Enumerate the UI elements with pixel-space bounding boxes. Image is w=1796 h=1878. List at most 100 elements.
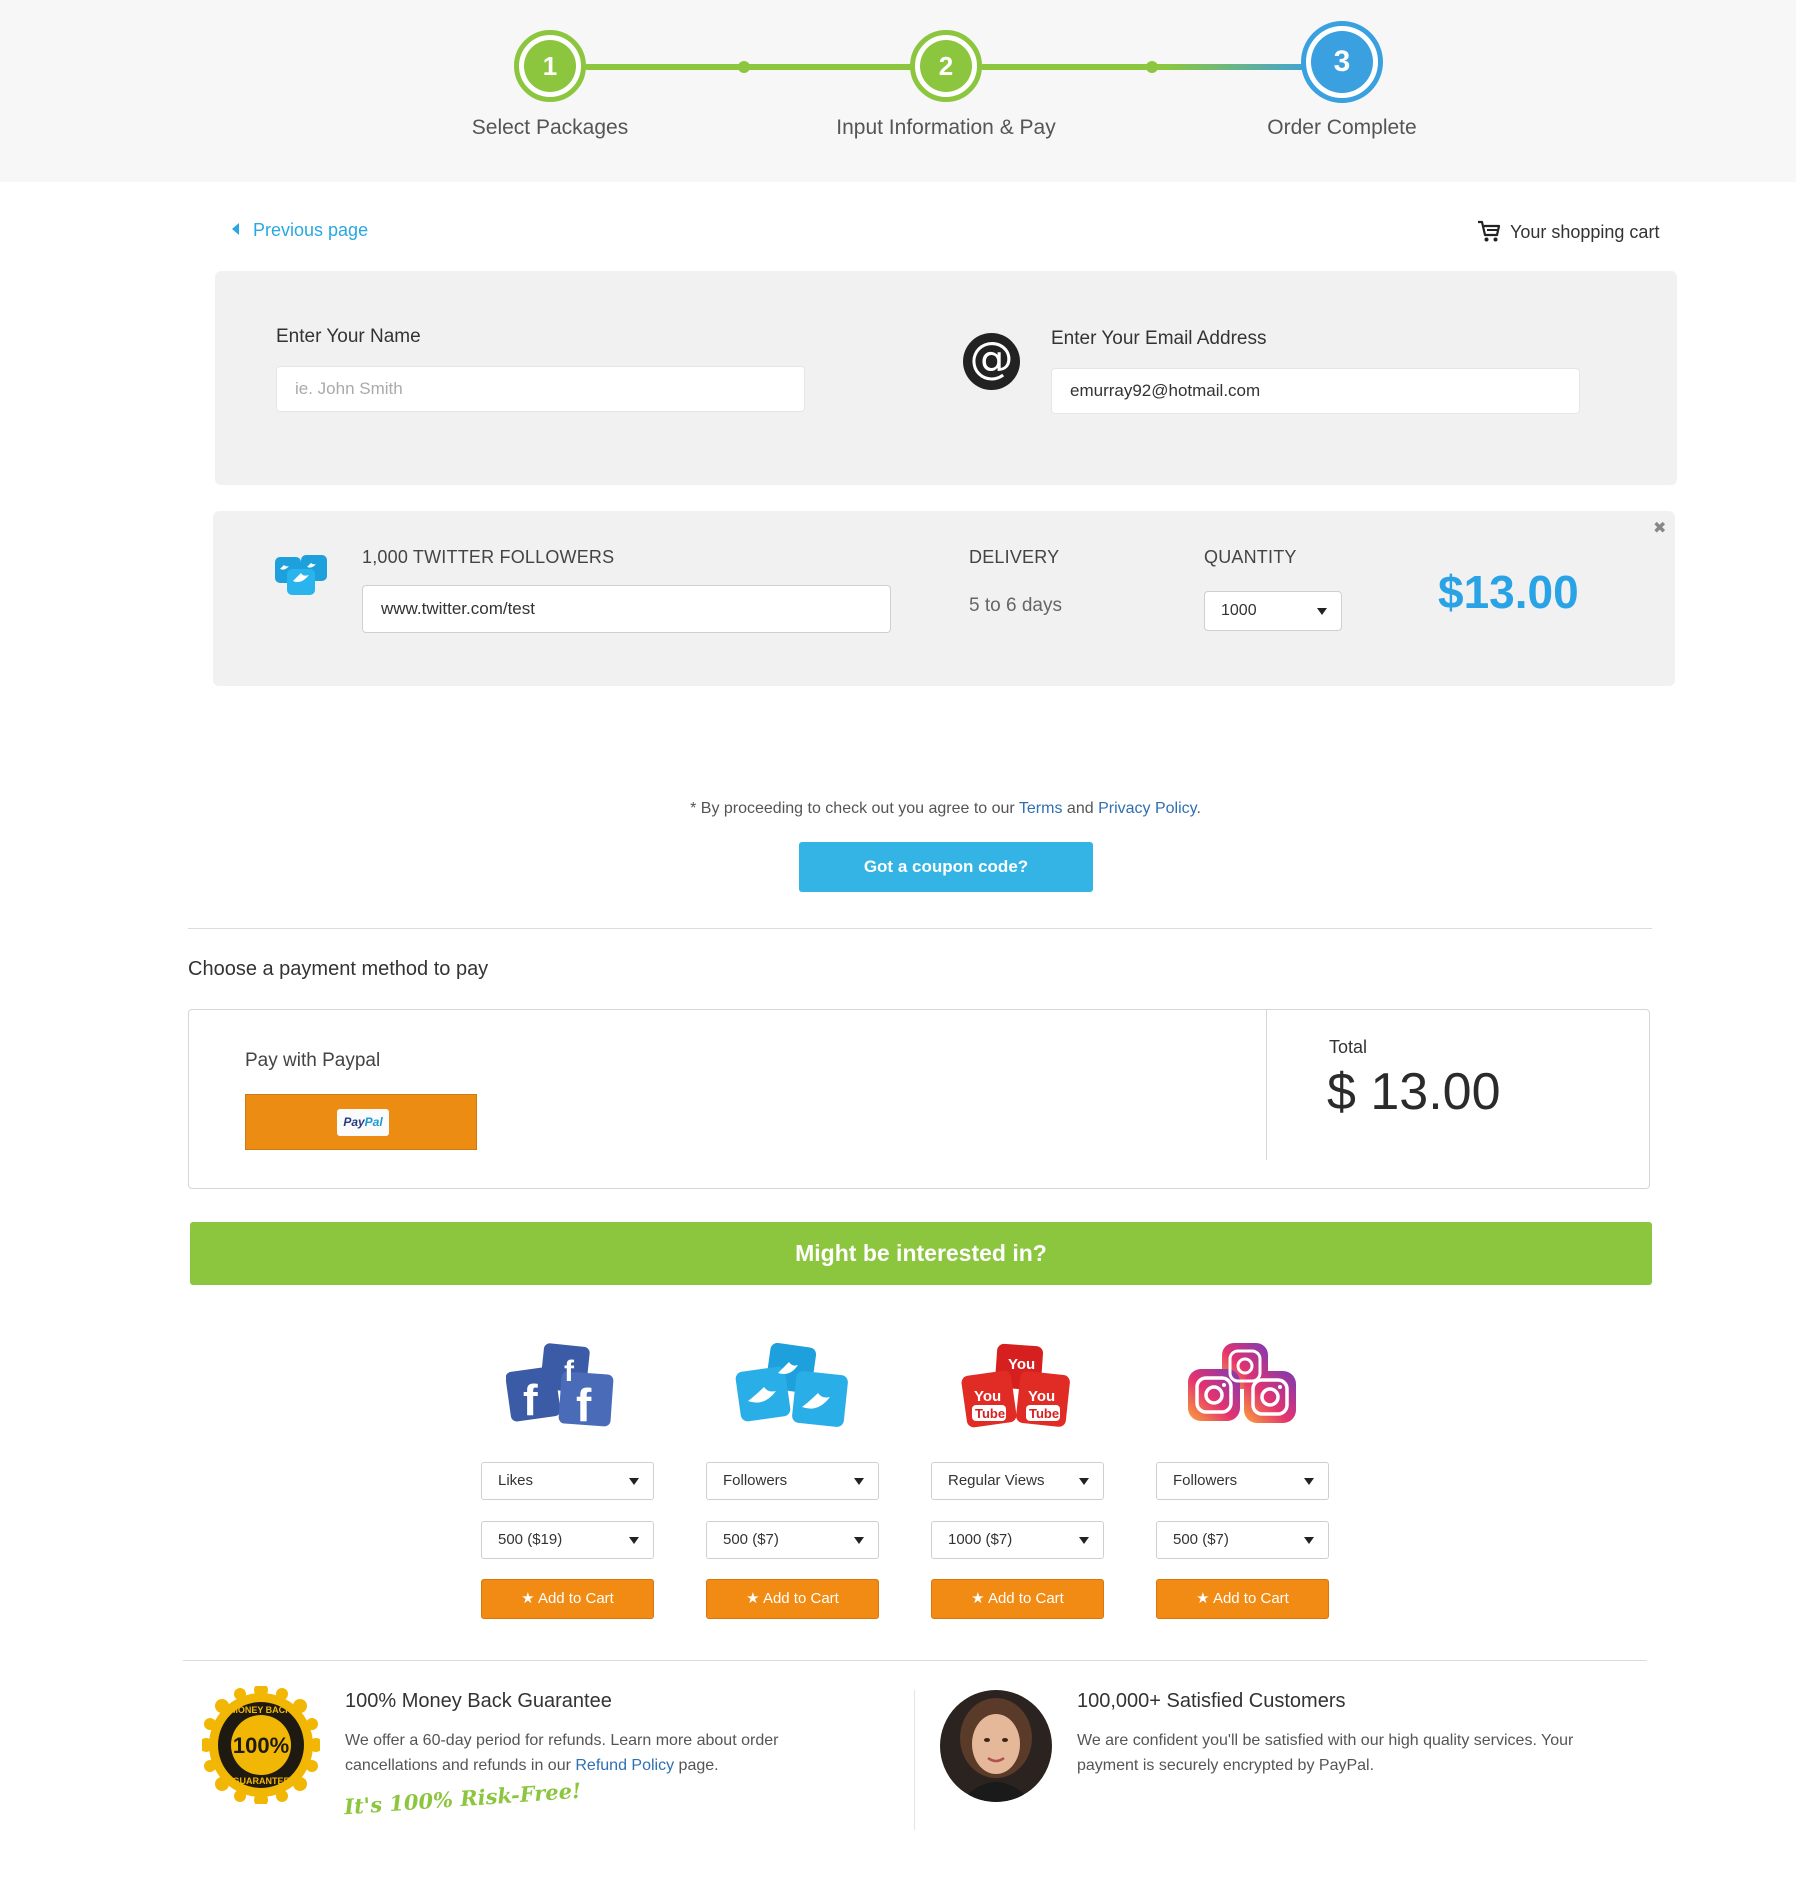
payment-section-title: Choose a payment method to pay xyxy=(188,958,489,980)
svg-text:You: You xyxy=(1008,1356,1035,1373)
refund-policy-link[interactable]: Refund Policy xyxy=(575,1757,674,1774)
svg-text:GUARANTEE: GUARANTEE xyxy=(232,1776,289,1786)
svg-text:f: f xyxy=(564,1355,575,1388)
divider xyxy=(188,928,1652,929)
customers-text: We are confident you'll be satisfied wit… xyxy=(1077,1732,1574,1774)
product-2-add-to-cart-button[interactable]: ★ Add to Cart xyxy=(706,1579,879,1619)
paypal-label: Pay with Paypal xyxy=(245,1050,381,1071)
chevron-down-icon xyxy=(854,1537,864,1544)
payment-divider xyxy=(1266,1010,1267,1160)
chevron-down-icon xyxy=(854,1478,864,1485)
email-input[interactable] xyxy=(1051,368,1580,414)
product-4-add-to-cart-button[interactable]: ★ Add to Cart xyxy=(1156,1579,1329,1619)
product-2-package-select[interactable]: 500 ($7) xyxy=(706,1521,879,1559)
product-3-package-select[interactable]: 1000 ($7) xyxy=(931,1521,1104,1559)
chevron-down-icon xyxy=(1304,1537,1314,1544)
quantity-value: 1000 xyxy=(1221,602,1257,619)
facebook-icon: f f f xyxy=(506,1343,614,1431)
svg-text:You: You xyxy=(974,1388,1001,1405)
email-at-icon: @ xyxy=(963,333,1020,390)
interested-banner: Might be interested in? xyxy=(190,1222,1652,1285)
item-title: 1,000 TWITTER FOLLOWERS xyxy=(362,547,615,567)
profile-url-input[interactable] xyxy=(362,585,891,633)
total-value: $ 13.00 xyxy=(1327,1063,1501,1121)
terms-prefix: * By proceeding to check out you agree t… xyxy=(690,800,1019,817)
step-2-label: Input Information & Pay xyxy=(836,116,1056,139)
delivery-value: 5 to 6 days xyxy=(969,595,1062,616)
name-label: Enter Your Name xyxy=(276,326,421,347)
step-3-circle: 3 xyxy=(1301,21,1383,103)
chevron-down-icon xyxy=(1079,1478,1089,1485)
name-input[interactable] xyxy=(276,366,805,412)
terms-middle: and xyxy=(1062,800,1099,817)
chevron-down-icon xyxy=(629,1478,639,1485)
customer-avatar xyxy=(940,1690,1052,1802)
product-4-service-select[interactable]: Followers xyxy=(1156,1462,1329,1500)
customers-title: 100,000+ Satisfied Customers xyxy=(1077,1690,1346,1712)
svg-text:f: f xyxy=(523,1376,538,1425)
footer-divider xyxy=(914,1690,915,1830)
step-3-label: Order Complete xyxy=(1267,116,1417,139)
chevron-down-icon xyxy=(1304,1478,1314,1485)
money-back-guarantee-badge: 100% MONEY BACK GUARANTEE xyxy=(202,1686,320,1804)
item-price: $13.00 xyxy=(1438,566,1579,618)
product-3-service-select[interactable]: Regular Views xyxy=(931,1462,1104,1500)
total-label: Total xyxy=(1329,1037,1368,1057)
chevron-down-icon xyxy=(629,1537,639,1544)
step-1-label: Select Packages xyxy=(471,116,629,139)
delivery-label: DELIVERY xyxy=(969,547,1060,567)
star-icon: ★ xyxy=(746,1590,763,1607)
step-1-circle: 1 xyxy=(514,30,586,102)
email-label: Enter Your Email Address xyxy=(1051,328,1267,349)
step-1-number: 1 xyxy=(524,40,576,92)
step-dot xyxy=(738,61,750,73)
terms-notice: * By proceeding to check out you agree t… xyxy=(0,800,1796,818)
svg-text:Tube: Tube xyxy=(975,1406,1005,1421)
quantity-label: QUANTITY xyxy=(1204,547,1297,567)
star-icon: ★ xyxy=(971,1590,988,1607)
cart-icon xyxy=(1478,220,1501,242)
step-2-circle: 2 xyxy=(910,30,982,102)
svg-text:100%: 100% xyxy=(233,1733,289,1758)
step-2-number: 2 xyxy=(920,40,972,92)
product-3-add-to-cart-button[interactable]: ★ Add to Cart xyxy=(931,1579,1104,1619)
svg-text:Tube: Tube xyxy=(1029,1406,1059,1421)
paypal-button[interactable]: PayPal xyxy=(245,1094,477,1150)
youtube-icon: You You Tube You Tube xyxy=(961,1343,1070,1428)
step-3-number: 3 xyxy=(1311,31,1373,93)
twitter-icon xyxy=(735,1343,848,1427)
shopping-cart-label: Your shopping cart xyxy=(1510,222,1660,242)
terms-link[interactable]: Terms xyxy=(1019,800,1063,817)
product-2-service-select[interactable]: Followers xyxy=(706,1462,879,1500)
product-1-add-to-cart-button[interactable]: ★ Add to Cart xyxy=(481,1579,654,1619)
star-icon: ★ xyxy=(1196,1590,1213,1607)
quantity-select[interactable]: 1000 xyxy=(1204,591,1342,631)
risk-free-tagline: It's 100% Risk-Free! xyxy=(343,1777,582,1820)
guarantee-text: We offer a 60-day period for refunds. Le… xyxy=(345,1732,779,1774)
product-4-package-select[interactable]: 500 ($7) xyxy=(1156,1521,1329,1559)
previous-page-label: Previous page xyxy=(253,220,369,240)
privacy-policy-link[interactable]: Privacy Policy xyxy=(1098,800,1196,817)
chevron-down-icon xyxy=(1079,1537,1089,1544)
product-1-package-select[interactable]: 500 ($19) xyxy=(481,1521,654,1559)
guarantee-title: 100% Money Back Guarantee xyxy=(345,1690,612,1712)
remove-item-icon[interactable]: ✖ xyxy=(1653,518,1666,538)
instagram-icon xyxy=(1188,1343,1296,1423)
coupon-code-button[interactable]: Got a coupon code? xyxy=(799,842,1093,892)
product-1-service-select[interactable]: Likes xyxy=(481,1462,654,1500)
svg-text:You: You xyxy=(1028,1388,1055,1405)
caret-left-icon xyxy=(232,223,239,235)
twitter-icon xyxy=(275,555,327,595)
terms-suffix: . xyxy=(1196,800,1201,817)
step-connector xyxy=(584,64,924,70)
previous-page-link[interactable]: Previous page xyxy=(232,220,368,241)
progress-steps: 1 2 3 Select Packages Input Information … xyxy=(0,0,1796,182)
star-icon: ★ xyxy=(521,1590,538,1607)
svg-text:MONEY BACK: MONEY BACK xyxy=(230,1705,292,1715)
svg-text:f: f xyxy=(576,1379,592,1431)
paypal-logo: PayPal xyxy=(337,1109,389,1136)
shopping-cart-link[interactable]: Your shopping cart xyxy=(1476,218,1659,244)
step-dot xyxy=(1146,61,1158,73)
divider xyxy=(183,1660,1647,1661)
chevron-down-icon xyxy=(1317,608,1327,615)
